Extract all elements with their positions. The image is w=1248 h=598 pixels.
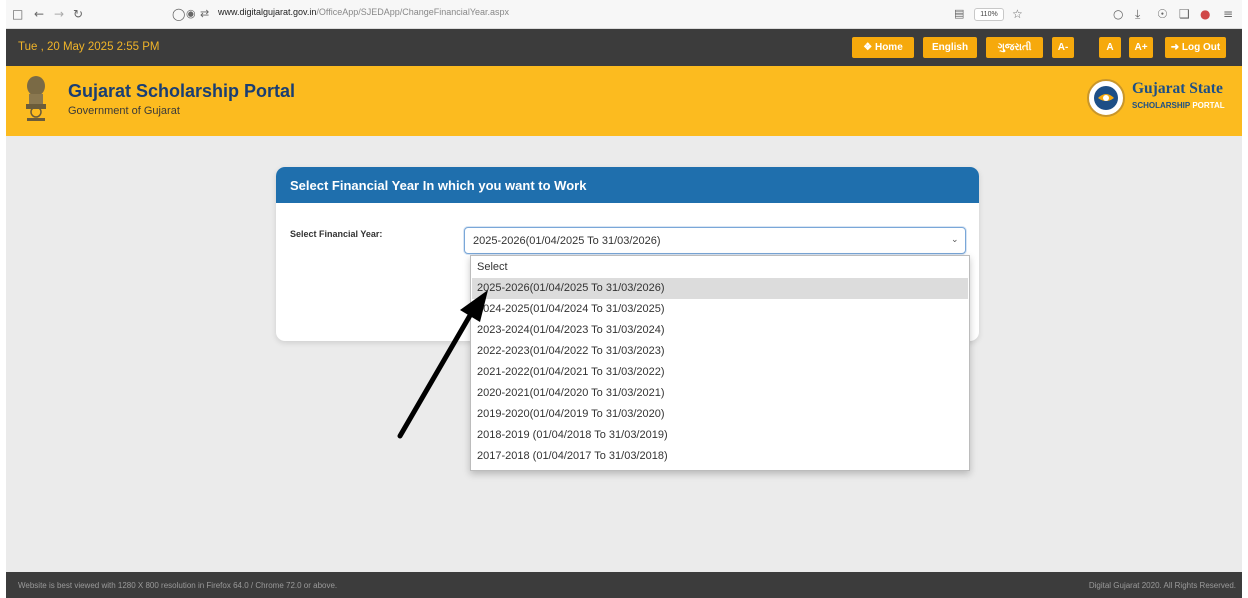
card-title: Select Financial Year In which you want …	[290, 178, 587, 193]
home-button-label: Home	[874, 42, 903, 53]
back-icon[interactable]: ←	[34, 6, 44, 22]
logout-button[interactable]: ➜ Log Out	[1165, 37, 1226, 58]
logout-icon: ➜	[1170, 42, 1182, 53]
home-icon: ❖	[863, 42, 875, 53]
datetime: Tue , 20 May 2025 2:55 PM	[18, 41, 160, 53]
option-select[interactable]: Select	[472, 257, 968, 278]
card-header: Select Financial Year In which you want …	[276, 167, 979, 203]
english-button[interactable]: English	[923, 37, 977, 58]
home-button[interactable]: ❖ Home	[852, 37, 914, 58]
reader-icon[interactable]: ▤	[954, 6, 964, 22]
option-2021-2022[interactable]: 2021-2022(01/04/2021 To 31/03/2022)	[472, 362, 968, 383]
permissions-icon[interactable]: ⇄	[200, 6, 209, 22]
sidebar-icon[interactable]: □	[12, 6, 23, 22]
reload-icon[interactable]: ↻	[73, 6, 83, 22]
shield-icon[interactable]: ◯	[172, 6, 185, 22]
url-text[interactable]: www.digitalgujarat.gov.in/OfficeApp/SJED…	[218, 7, 509, 17]
option-2023-2024[interactable]: 2023-2024(01/04/2023 To 31/03/2024)	[472, 320, 968, 341]
browser-window: □ ← → ↻ ◯ ◉ ⇄ www.digitalgujarat.gov.in/…	[6, 0, 1242, 598]
gss-logo-title: Gujarat State	[1132, 80, 1223, 97]
national-emblem-icon	[26, 76, 46, 121]
option-2017-2018[interactable]: 2017-2018 (01/04/2017 To 31/03/2018)	[472, 446, 968, 467]
site-title: Gujarat Scholarship Portal	[68, 81, 296, 101]
app-icon[interactable]: ●	[1200, 6, 1210, 22]
option-2025-2026[interactable]: 2025-2026(01/04/2025 To 31/03/2026)	[472, 278, 968, 299]
font-normal-button[interactable]: A	[1099, 37, 1121, 58]
url-path: /OfficeApp/SJEDApp/ChangeFinancialYear.a…	[316, 7, 510, 17]
option-2018-2019[interactable]: 2018-2019 (01/04/2018 To 31/03/2019)	[472, 425, 968, 446]
financial-year-options: Select 2025-2026(01/04/2025 To 31/03/202…	[470, 255, 970, 471]
financial-year-label: Select Financial Year:	[290, 229, 383, 239]
account-icon[interactable]: ☉	[1157, 6, 1168, 22]
gss-logo-subtitle: SCHOLARSHIP PORTAL	[1132, 101, 1225, 110]
forward-icon[interactable]: →	[54, 6, 64, 22]
extensions-icon[interactable]: ❑	[1179, 6, 1190, 22]
browser-toolbar: □ ← → ↻ ◯ ◉ ⇄ www.digitalgujarat.gov.in/…	[6, 0, 1242, 29]
financial-year-select[interactable]: 2025-2026(01/04/2025 To 31/03/2026) ⌄	[464, 227, 966, 254]
select-value: 2025-2026(01/04/2025 To 31/03/2026)	[473, 235, 661, 247]
footer-copyright: Digital Gujarat 2020. All Rights Reserve…	[1088, 581, 1236, 590]
gss-logo-sub-1: SCHOLARSHIP	[1132, 101, 1191, 110]
option-2020-2021[interactable]: 2020-2021(01/04/2020 To 31/03/2021)	[472, 383, 968, 404]
url-host: www.digitalgujarat.gov.in	[218, 7, 317, 17]
font-decrease-button[interactable]: A-	[1052, 37, 1074, 58]
font-increase-button[interactable]: A+	[1129, 37, 1153, 58]
pocket-icon[interactable]: ○	[1113, 6, 1123, 22]
gss-logo-sub-2: PORTAL	[1192, 101, 1225, 110]
zoom-badge[interactable]: 110%	[974, 8, 1004, 21]
chevron-down-icon[interactable]: ⌄	[951, 234, 959, 245]
logout-button-label: Log Out	[1181, 42, 1221, 53]
page-footer: Website is best viewed with 1280 X 800 r…	[6, 572, 1242, 598]
site-subtitle: Government of Gujarat	[68, 105, 180, 117]
option-2019-2020[interactable]: 2019-2020(01/04/2019 To 31/03/2020)	[472, 404, 968, 425]
gss-logo-icon	[1087, 79, 1125, 117]
address-bar[interactable]: ◯ ◉ ⇄ www.digitalgujarat.gov.in/OfficeAp…	[166, 4, 1046, 25]
download-icon[interactable]: ⤓	[1135, 6, 1140, 22]
gujarati-button[interactable]: ગુજરાતી	[986, 37, 1043, 58]
option-2024-2025[interactable]: 2024-2025(01/04/2024 To 31/03/2025)	[472, 299, 968, 320]
menu-icon[interactable]: ≡	[1223, 6, 1233, 22]
annotation-arrow-icon	[397, 290, 488, 439]
lock-icon[interactable]: ◉	[186, 6, 196, 22]
option-2022-2023[interactable]: 2022-2023(01/04/2022 To 31/03/2023)	[472, 341, 968, 362]
top-strip: Tue , 20 May 2025 2:55 PM ❖ Home English…	[6, 29, 1242, 66]
bookmark-star-icon[interactable]: ☆	[1012, 6, 1023, 22]
site-header: Gujarat Scholarship Portal Government of…	[6, 66, 1242, 136]
footer-browser-note: Website is best viewed with 1280 X 800 r…	[18, 581, 338, 590]
